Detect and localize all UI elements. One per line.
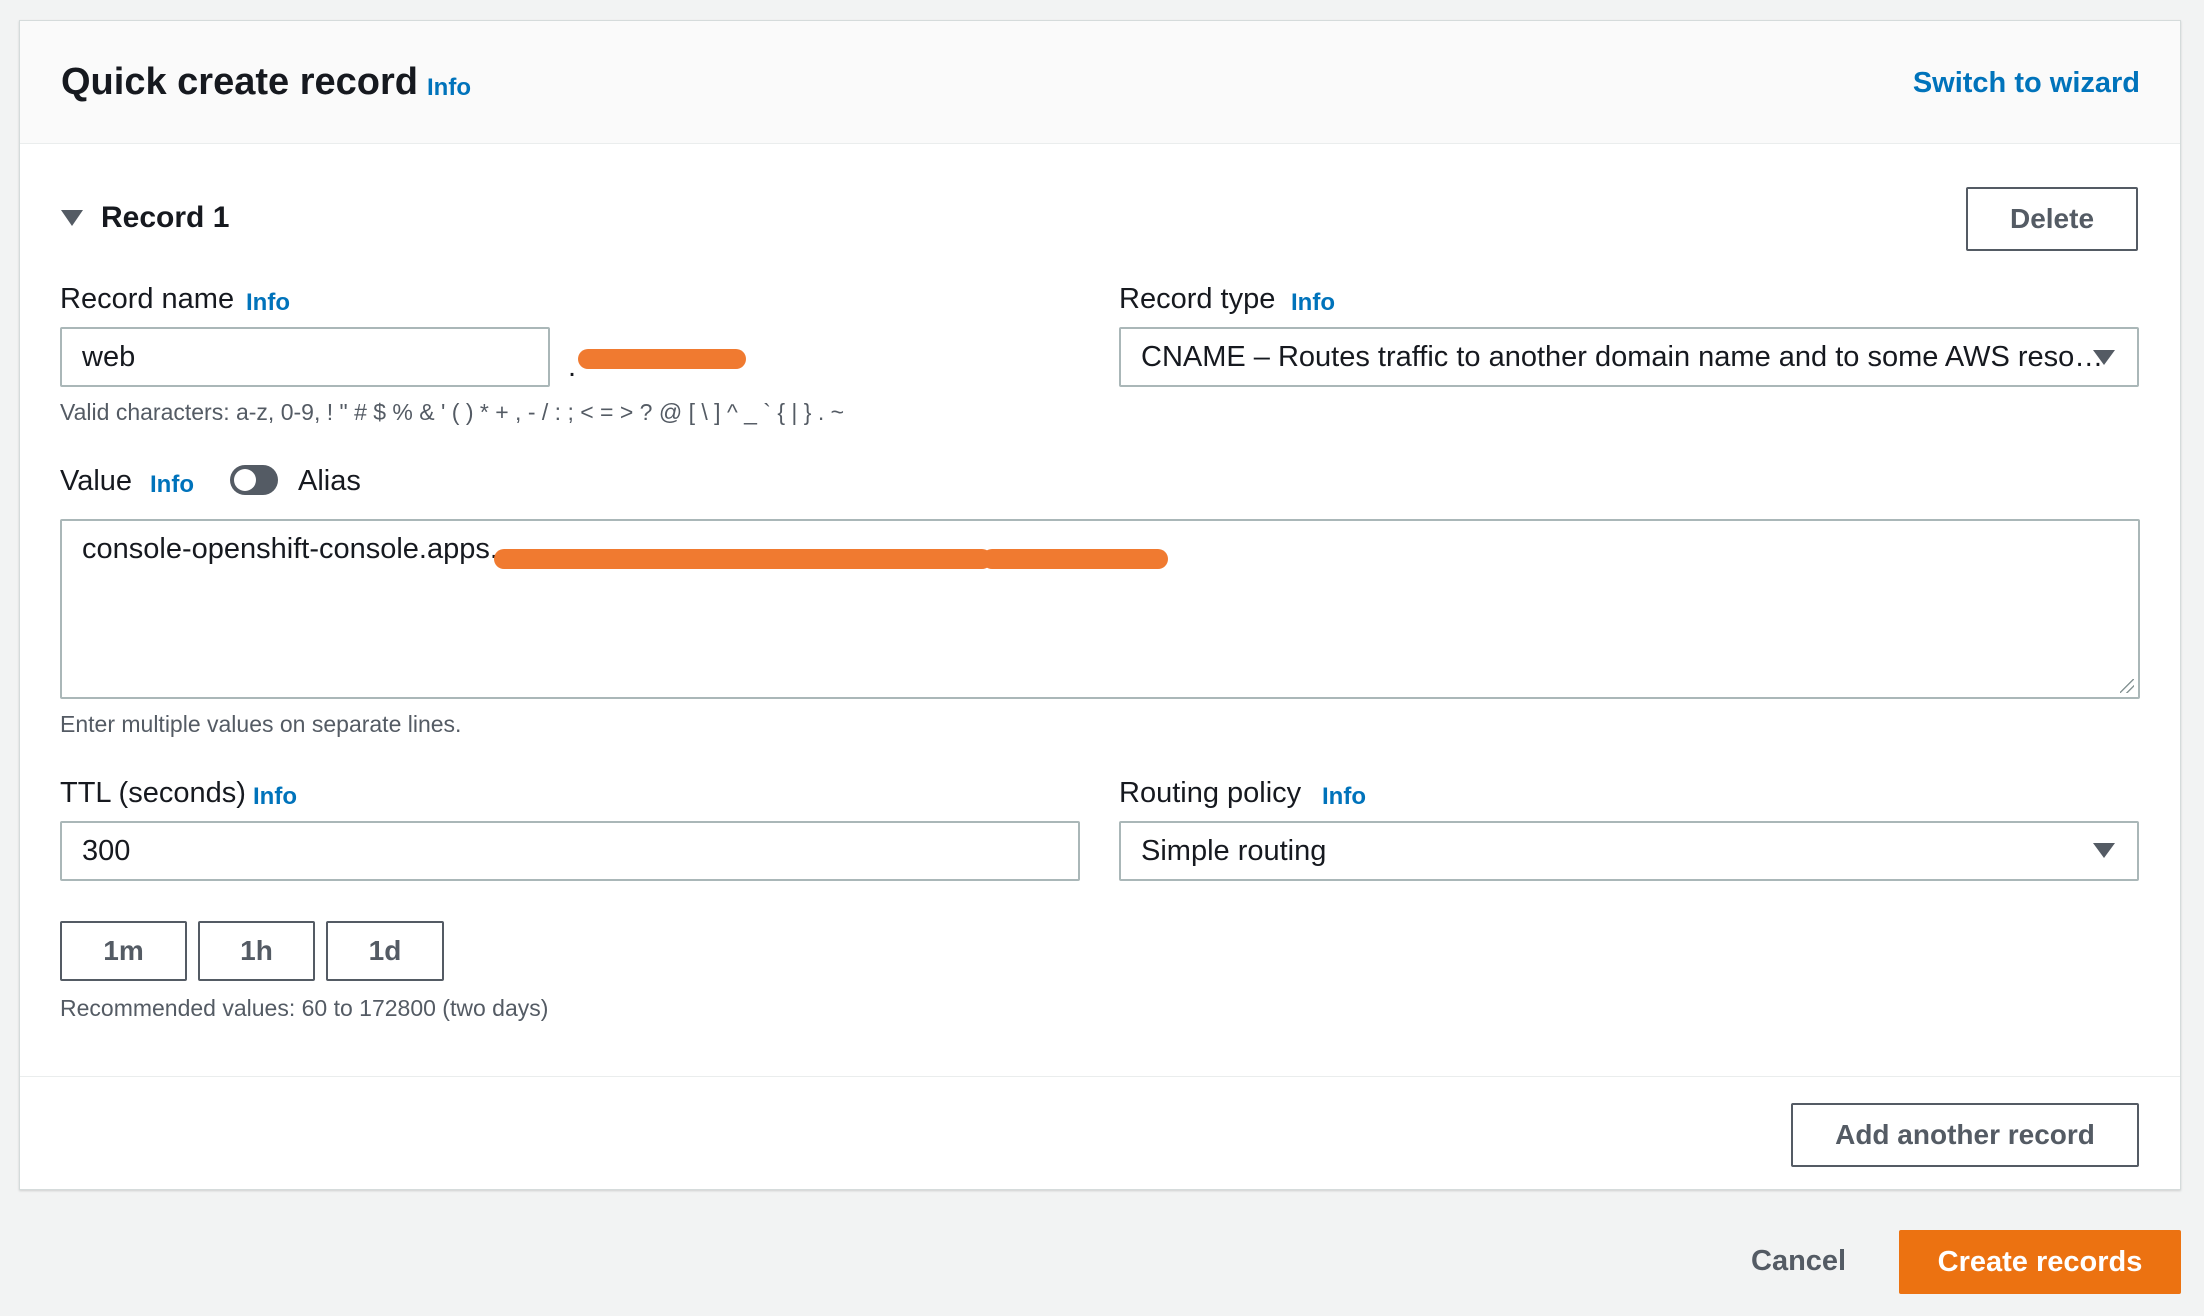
record-type-select[interactable]: CNAME – Routes traffic to another domain… bbox=[1119, 327, 2139, 387]
add-another-record-button[interactable]: Add another record bbox=[1791, 1103, 2139, 1167]
title-info-link[interactable]: Info bbox=[427, 74, 471, 102]
record-name-info-link[interactable]: Info bbox=[246, 289, 290, 317]
record-name-label: Record name bbox=[60, 283, 235, 315]
routing-policy-info-link[interactable]: Info bbox=[1322, 783, 1366, 811]
ttl-info-link[interactable]: Info bbox=[253, 783, 297, 811]
alias-label: Alias bbox=[298, 465, 361, 497]
redacted-value-part-2 bbox=[982, 549, 1168, 569]
routing-policy-caret-icon bbox=[2093, 843, 2115, 858]
ttl-label: TTL (seconds) bbox=[60, 777, 246, 809]
record-type-info-link[interactable]: Info bbox=[1291, 289, 1335, 317]
record-1-toggle[interactable]: Record 1 bbox=[61, 201, 229, 235]
panel-footer-divider bbox=[20, 1076, 2180, 1077]
ttl-preset-1h-button[interactable]: 1h bbox=[198, 921, 315, 981]
ttl-preset-1m-button[interactable]: 1m bbox=[60, 921, 187, 981]
record-type-value: CNAME – Routes traffic to another domain… bbox=[1141, 340, 2104, 373]
value-label: Value bbox=[60, 465, 133, 497]
record-name-hint: Valid characters: a-z, 0-9, ! " # $ % & … bbox=[60, 399, 845, 425]
value-hint: Enter multiple values on separate lines. bbox=[60, 711, 462, 737]
delete-button[interactable]: Delete bbox=[1966, 187, 2138, 251]
alias-toggle-knob bbox=[234, 469, 256, 491]
value-text: console-openshift-console.apps. bbox=[82, 533, 498, 565]
switch-to-wizard-link[interactable]: Switch to wizard bbox=[1913, 67, 2140, 100]
routing-policy-label: Routing policy bbox=[1119, 777, 1302, 809]
record-name-input[interactable]: web bbox=[60, 327, 550, 387]
value-textarea[interactable]: console-openshift-console.apps. bbox=[60, 519, 2140, 699]
routing-policy-select[interactable]: Simple routing bbox=[1119, 821, 2139, 881]
record-heading: Record 1 bbox=[101, 201, 230, 234]
create-records-button[interactable]: Create records bbox=[1899, 1230, 2181, 1294]
cancel-button[interactable]: Cancel bbox=[1751, 1245, 1846, 1278]
domain-suffix-dot: . bbox=[568, 351, 577, 383]
record-type-caret-icon bbox=[2093, 350, 2115, 365]
routing-policy-value: Simple routing bbox=[1141, 834, 1327, 867]
caret-down-icon bbox=[61, 210, 83, 226]
ttl-hint: Recommended values: 60 to 172800 (two da… bbox=[60, 995, 549, 1021]
record-type-label: Record type bbox=[1119, 283, 1276, 315]
ttl-preset-1d-button[interactable]: 1d bbox=[326, 921, 444, 981]
page-title: Quick create record bbox=[61, 61, 418, 103]
resize-handle-icon[interactable] bbox=[2120, 679, 2134, 693]
redacted-value-part-1 bbox=[494, 549, 992, 569]
ttl-input[interactable]: 300 bbox=[60, 821, 1080, 881]
value-info-link[interactable]: Info bbox=[150, 471, 194, 499]
alias-toggle[interactable] bbox=[230, 465, 278, 495]
panel-header: Quick create record Info Switch to wizar… bbox=[20, 21, 2180, 144]
quick-create-panel: Quick create record Info Switch to wizar… bbox=[19, 20, 2181, 1190]
redacted-domain bbox=[578, 349, 746, 369]
